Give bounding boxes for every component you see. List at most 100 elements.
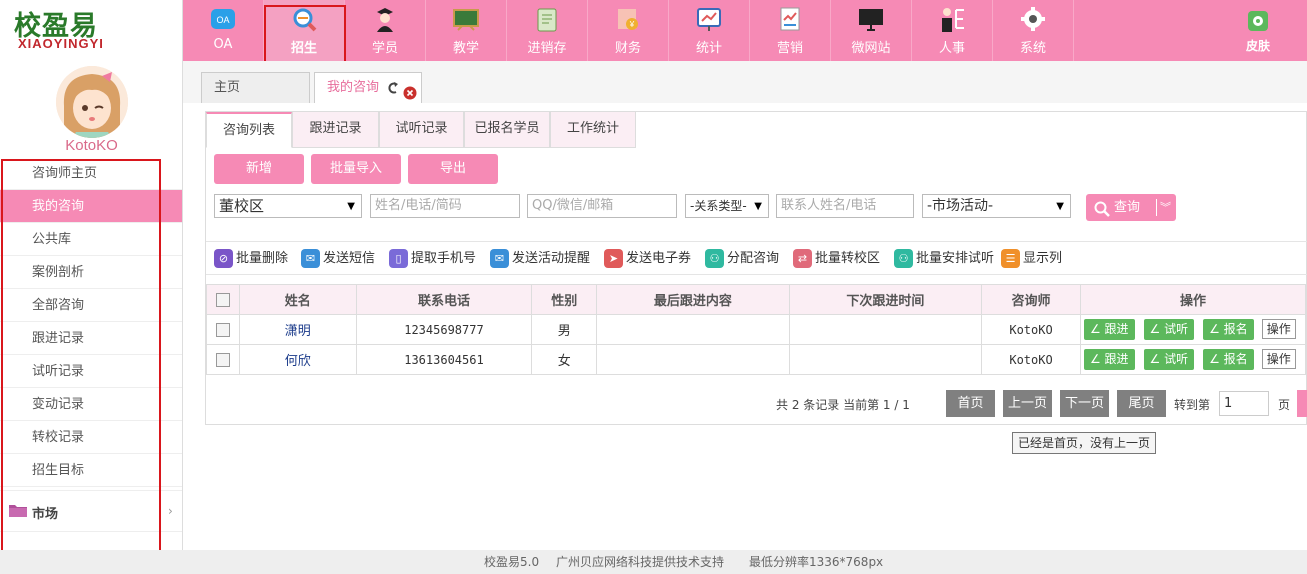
activity-select[interactable]: -市场活动- ▼ xyxy=(922,194,1071,218)
col-phone[interactable]: 联系电话 xyxy=(355,284,533,315)
tab-work-stats[interactable]: 工作统计 xyxy=(550,112,636,148)
toolbar-item[interactable]: ✉ 发送活动提醒 xyxy=(490,248,590,270)
tab-trial[interactable]: 试听记录 xyxy=(379,112,464,148)
sidebar-item-case-analysis[interactable]: 案例剖析 xyxy=(0,256,182,289)
cell-name[interactable]: 何欣 xyxy=(238,344,357,375)
tab-consult-list[interactable]: 咨询列表 xyxy=(206,112,292,148)
toolbar-item-label: 批量删除 xyxy=(236,251,289,266)
nav-label: 教学 xyxy=(452,41,479,56)
prev-page-button[interactable]: 上一页 xyxy=(1003,390,1052,417)
app-logo[interactable]: 校盈易 XIAOYINGYI xyxy=(14,4,164,51)
transfer-campus-icon: ⇄ xyxy=(793,249,812,268)
relation-select[interactable]: -关系类型- ▼ xyxy=(685,194,769,218)
batch-import-button[interactable]: 批量导入 xyxy=(311,154,401,184)
cell-name[interactable]: 潇明 xyxy=(238,314,357,345)
more-actions-button[interactable]: 操作 xyxy=(1261,349,1296,369)
last-page-button[interactable]: 尾页 xyxy=(1117,390,1166,417)
sidebar-item-all-consultations[interactable]: 全部咨询 xyxy=(0,289,182,322)
toolbar-item[interactable]: ⚇ 分配咨询 xyxy=(705,248,779,270)
followup-button[interactable]: ∠ 跟进 xyxy=(1083,349,1135,370)
nav-enroll[interactable]: 招生 xyxy=(264,0,345,61)
toolbar-item[interactable]: ➤ 发送电子券 xyxy=(604,248,691,270)
footer-resolution: 最低分辨率1336*768px xyxy=(749,555,884,569)
refresh-icon[interactable] xyxy=(386,73,399,115)
go-button[interactable] xyxy=(1297,390,1307,417)
row-checkbox[interactable] xyxy=(215,322,230,337)
toolbar-item[interactable]: ⚇ 批量安排试听 xyxy=(894,248,994,270)
batch-toolbar: ⊘ 批量删除 ✉ 发送短信 ▯ 提取手机号 ✉ 发送活动提醒 ➤ 发送电子券 ⚇ 分配咨询 ⇄ 批量转校区… xyxy=(206,241,1307,275)
table-row[interactable]: 潇明 12345698777 男 KotoKO ∠ 跟进 ∠ 试听 ∠ 报名 操作 xyxy=(206,314,1307,345)
chevron-right-icon: › xyxy=(168,504,173,518)
toolbar-item[interactable]: ☰ 显示列 xyxy=(1001,248,1062,270)
nav-oa[interactable]: OA OA xyxy=(183,0,264,61)
nav-teaching[interactable]: 教学 xyxy=(426,0,507,61)
col-last-followup[interactable]: 最后跟进内容 xyxy=(596,284,790,315)
col-counselor[interactable]: 咨询师 xyxy=(981,284,1081,315)
toolbar-item[interactable]: ⇄ 批量转校区 xyxy=(793,248,880,270)
followup-button[interactable]: ∠ 跟进 xyxy=(1083,319,1135,340)
skin-label: 皮肤 xyxy=(1245,39,1270,53)
nav-label: OA xyxy=(213,37,233,52)
trial-button[interactable]: ∠ 试听 xyxy=(1143,349,1195,370)
sidebar-item-followup-records[interactable]: 跟进记录 xyxy=(0,322,182,355)
nav-students[interactable]: 学员 xyxy=(345,0,426,61)
nav-label: 人事 xyxy=(938,41,965,56)
name-search-input[interactable]: 姓名/电话/简码 xyxy=(370,194,520,218)
close-icon[interactable] xyxy=(403,82,417,112)
skin-icon xyxy=(1247,10,1269,36)
qq-search-input[interactable]: QQ/微信/邮箱 xyxy=(527,194,677,218)
tab-followup[interactable]: 跟进记录 xyxy=(292,112,379,148)
tooltip: 已经是首页，没有上一页 xyxy=(1012,432,1157,454)
nav-finance[interactable]: ¥ 财务 xyxy=(588,0,669,61)
query-button[interactable]: 查询 ︾ xyxy=(1086,194,1176,221)
toolbar-item[interactable]: ▯ 提取手机号 xyxy=(389,248,476,270)
nav-label: 统计 xyxy=(695,41,722,56)
col-next-followup[interactable]: 下次跟进时间 xyxy=(788,284,983,315)
dropdown-arrow-icon: ▼ xyxy=(347,201,355,212)
contact-search-input[interactable]: 联系人姓名/电话 xyxy=(776,194,914,218)
toolbar-item[interactable]: ✉ 发送短信 xyxy=(301,248,375,270)
double-chevron-down-icon[interactable]: ︾ xyxy=(1160,194,1171,221)
sidebar-item-change-records[interactable]: 变动记录 xyxy=(0,388,182,421)
nav-inventory[interactable]: 进销存 xyxy=(507,0,588,61)
first-page-button[interactable]: 首页 xyxy=(946,390,995,417)
nav-statistics[interactable]: 统计 xyxy=(669,0,750,61)
nav-system[interactable]: 系统 xyxy=(993,0,1074,61)
nav-label: 招生 xyxy=(290,41,317,56)
sidebar-item-counselor-home[interactable]: 咨询师主页 xyxy=(0,157,182,190)
cell-actions: ∠ 跟进 ∠ 试听 ∠ 报名 操作 xyxy=(1079,344,1307,375)
sidebar-group-market[interactable]: 市场 › xyxy=(0,490,182,532)
tab-my-consultations[interactable]: 我的咨询 xyxy=(314,72,422,103)
sidebar-item-my-consultations[interactable]: 我的咨询 xyxy=(0,190,182,223)
col-name[interactable]: 姓名 xyxy=(238,284,357,315)
add-button[interactable]: 新增 xyxy=(214,154,304,184)
nav-marketing[interactable]: 营销 xyxy=(750,0,831,61)
nav-microsite[interactable]: 微网站 xyxy=(831,0,912,61)
sidebar-item-trial-records[interactable]: 试听记录 xyxy=(0,355,182,388)
next-page-button[interactable]: 下一页 xyxy=(1060,390,1109,417)
sidebar-item-transfer-records[interactable]: 转校记录 xyxy=(0,421,182,454)
table-row[interactable]: 何欣 13613604561 女 KotoKO ∠ 跟进 ∠ 试听 ∠ 报名 操作 xyxy=(206,344,1307,375)
select-all-checkbox[interactable] xyxy=(215,292,230,307)
skin-button[interactable]: 皮肤 xyxy=(1223,0,1293,61)
more-actions-button[interactable]: 操作 xyxy=(1261,319,1296,339)
col-gender[interactable]: 性别 xyxy=(531,284,598,315)
toolbar-item[interactable]: ⊘ 批量删除 xyxy=(214,248,288,270)
sidebar-item-public-pool[interactable]: 公共库 xyxy=(0,223,182,256)
cell-gender: 男 xyxy=(531,314,598,345)
export-button[interactable]: 导出 xyxy=(408,154,498,184)
sidebar-item-enroll-goals[interactable]: 招生目标 xyxy=(0,454,182,487)
trial-button[interactable]: ∠ 试听 xyxy=(1143,319,1195,340)
signup-button[interactable]: ∠ 报名 xyxy=(1203,319,1254,340)
blackboard-icon xyxy=(452,6,480,32)
nav-personnel[interactable]: 人事 xyxy=(912,0,993,61)
tab-home[interactable]: 主页 xyxy=(201,72,310,103)
campus-select[interactable]: 董校区 ▼ xyxy=(214,194,362,218)
signup-button[interactable]: ∠ 报名 xyxy=(1203,349,1254,370)
inventory-clipboard-icon xyxy=(533,6,561,32)
row-checkbox[interactable] xyxy=(215,352,230,367)
page-number-input[interactable]: 1 xyxy=(1219,391,1269,416)
avatar[interactable] xyxy=(56,66,128,138)
sub-tabs: 咨询列表 跟进记录 试听记录 已报名学员 工作统计 xyxy=(206,112,636,148)
tab-enrolled[interactable]: 已报名学员 xyxy=(464,112,550,148)
